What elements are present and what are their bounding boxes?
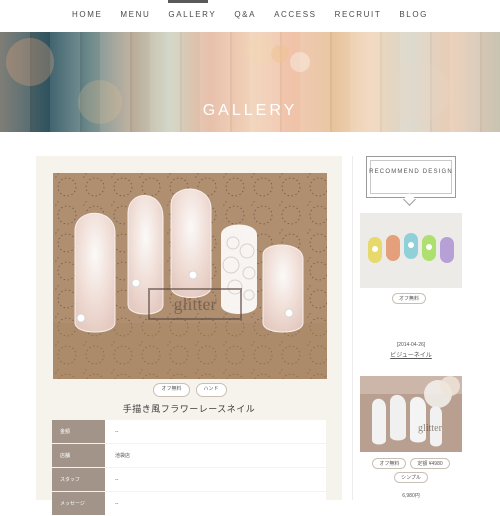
info-row-price: 金額 -- (52, 420, 326, 443)
design-info-table: 金額 -- 店舗 池袋店 スタッフ -- メッセージ -- (52, 420, 326, 516)
nail-photo-art: glitter (53, 173, 327, 379)
recommend-item-photo-art: glitter (360, 376, 462, 452)
recommend-price: 6,980円 (402, 493, 420, 499)
nav-item-qa[interactable]: Q&A (234, 10, 256, 26)
info-value: -- (105, 420, 326, 443)
info-label: スタッフ (52, 468, 105, 491)
info-row-staff: スタッフ -- (52, 468, 326, 491)
tag-hand[interactable]: ハンド (195, 383, 227, 397)
recommend-item-photo[interactable]: glitter (360, 376, 462, 452)
recommend-tag[interactable]: オフ無料 (372, 458, 407, 469)
design-tags: オフ無料 ハンド (52, 383, 328, 397)
nav-item-gallery[interactable]: GALLERY (168, 10, 216, 26)
photo-watermark: glitter (174, 294, 217, 314)
nav-item-menu[interactable]: MENU (120, 10, 150, 26)
nail-photo[interactable]: glitter (53, 173, 327, 379)
recommend-design-label: RECOMMEND DESIGN (369, 169, 453, 175)
top-nav: HOME MENU GALLERY Q&A ACCESS RECRUIT BLO… (0, 0, 500, 32)
recommend-tag[interactable]: 定額 ¥4980 (410, 458, 450, 469)
nav-item-blog[interactable]: BLOG (399, 10, 428, 26)
page-title: GALLERY (202, 102, 298, 119)
info-label: 店舗 (52, 444, 105, 467)
recommend-tags: オフ無料 定額 ¥4980 (360, 458, 462, 469)
photo-watermark: glitter (418, 423, 443, 434)
nav-active-indicator (168, 0, 208, 3)
recommend-tags: シンプル (360, 472, 462, 483)
nav-item-access[interactable]: ACCESS (274, 10, 317, 26)
recommend-tag[interactable]: シンプル (394, 472, 428, 483)
recommend-item-photo-art (360, 213, 462, 288)
nav-item-home[interactable]: HOME (72, 10, 102, 26)
design-title: 手描き風フラワーレースネイル (122, 404, 256, 414)
nav-items: HOME MENU GALLERY Q&A ACCESS RECRUIT BLO… (0, 10, 500, 26)
recommend-design-heading: RECOMMEND DESIGN (366, 156, 456, 198)
info-label: 金額 (52, 420, 105, 443)
column-divider (352, 156, 353, 500)
recommend-tag[interactable]: オフ無料 (392, 293, 427, 304)
info-value: 池袋店 (105, 444, 326, 467)
info-row-store: 店舗 池袋店 (52, 444, 326, 467)
info-value: -- (105, 468, 326, 491)
recommend-item-photo[interactable] (360, 213, 462, 288)
recommend-date: [2014-04-26] (396, 342, 426, 348)
info-value: -- (105, 492, 326, 515)
info-label: メッセージ (52, 492, 105, 515)
hero-banner: GALLERY (0, 32, 500, 132)
recommend-item-link[interactable]: ビジューネイル (360, 350, 462, 359)
info-row-message: メッセージ -- (52, 492, 326, 515)
tag-off-free[interactable]: オフ無料 (153, 383, 190, 397)
nav-item-recruit[interactable]: RECRUIT (335, 10, 382, 26)
